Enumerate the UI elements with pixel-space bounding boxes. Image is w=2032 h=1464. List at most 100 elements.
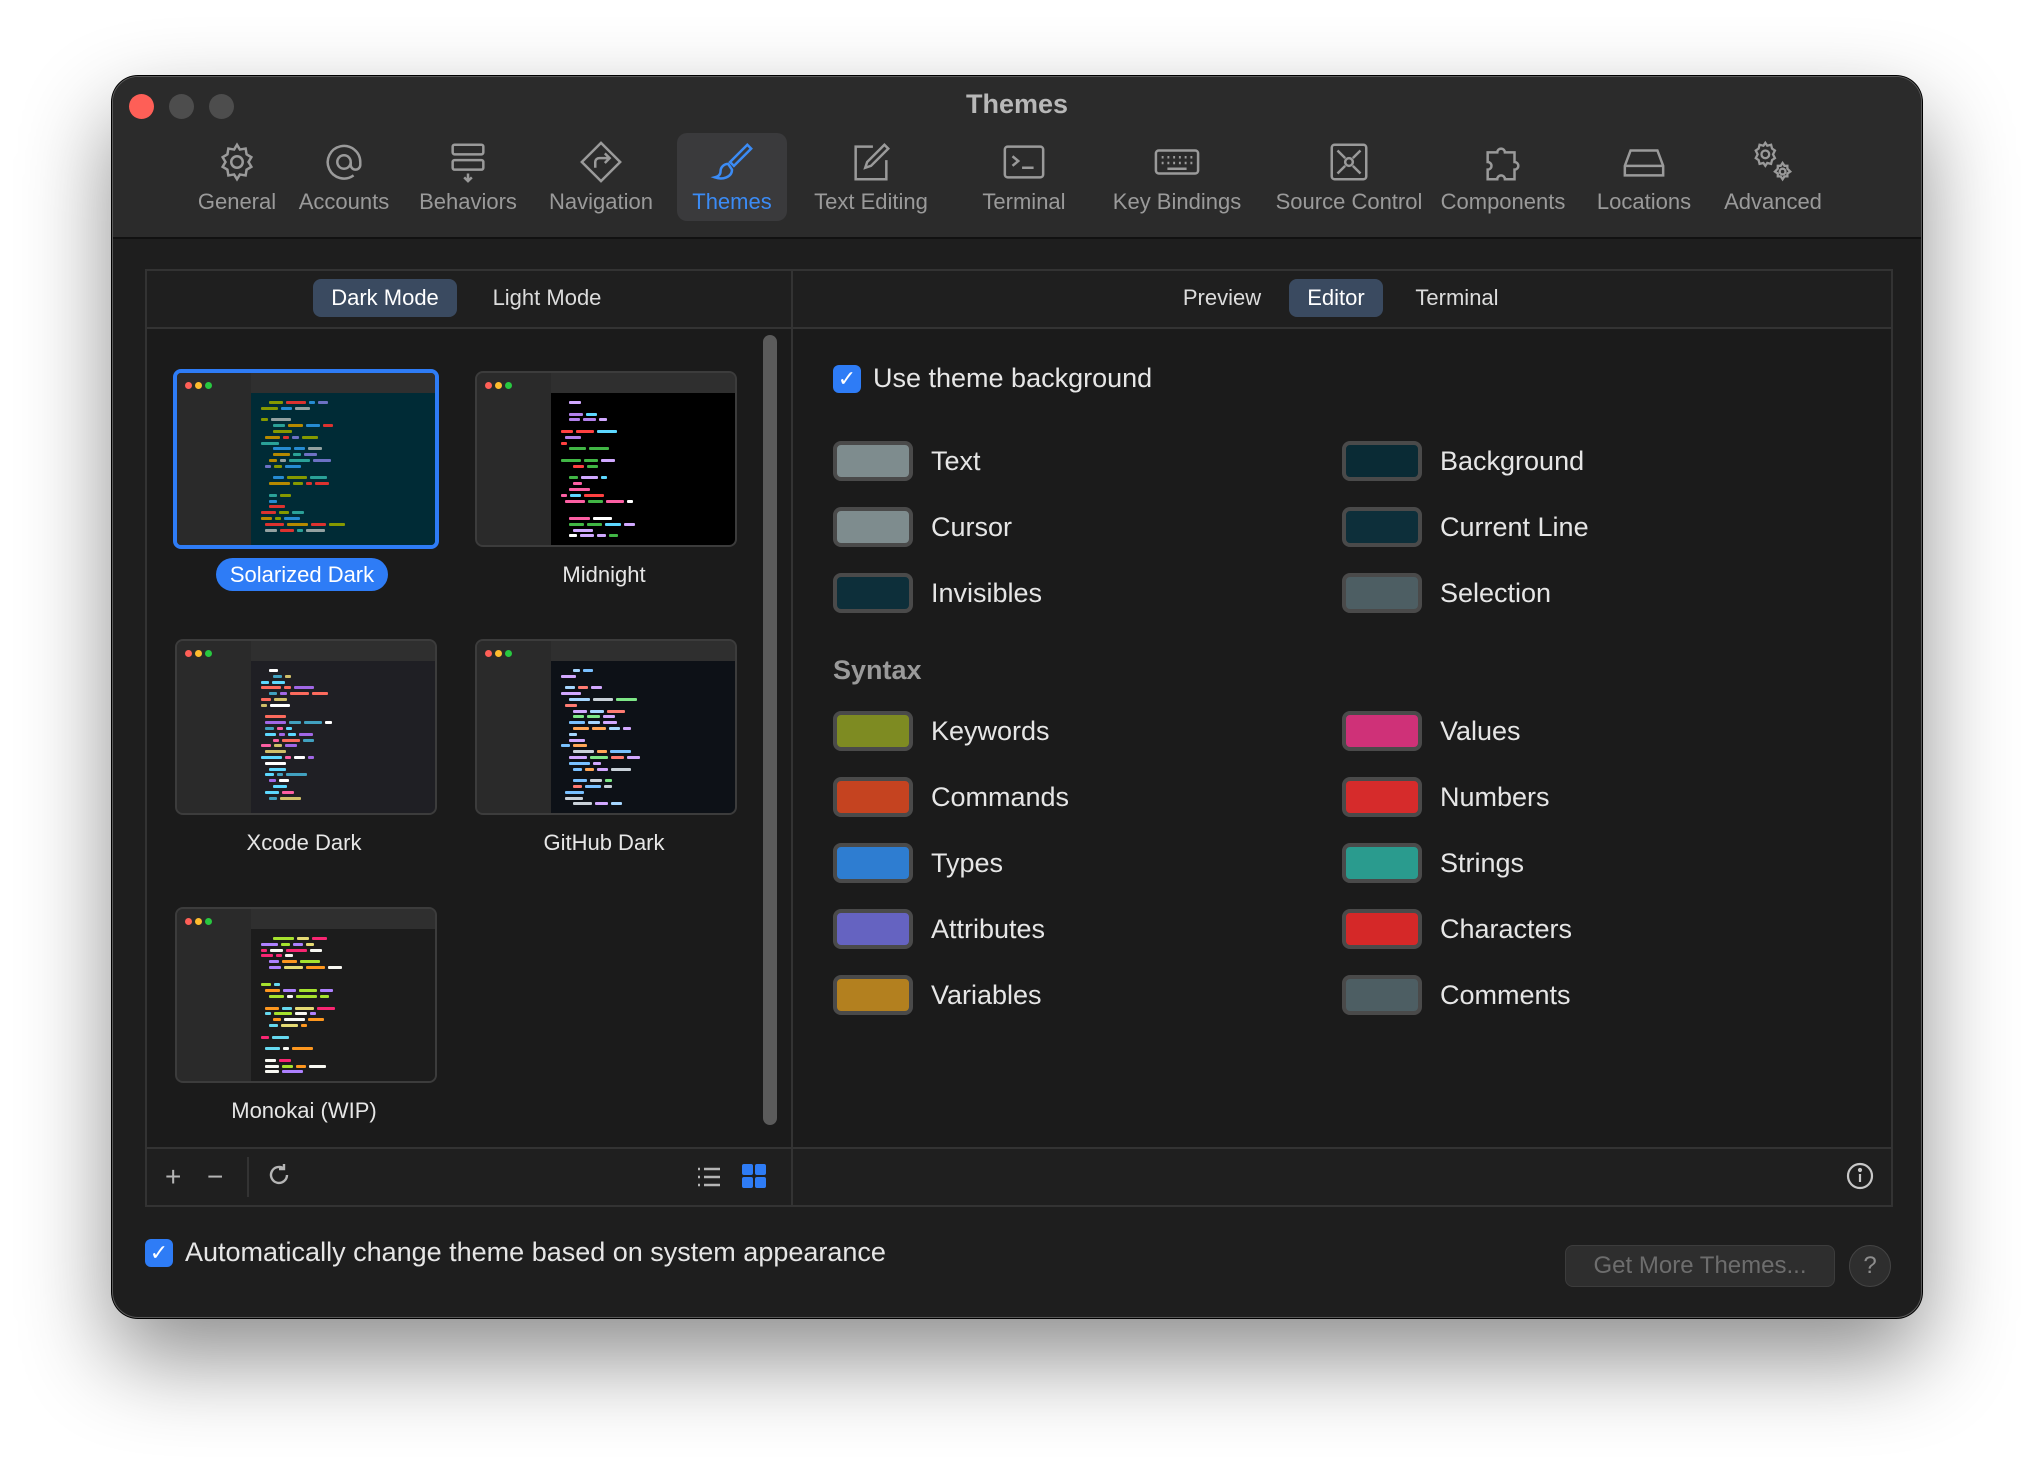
theme-card-monokai[interactable] — [175, 907, 437, 1083]
theme-card-midnight[interactable] — [475, 371, 737, 547]
code-token — [261, 511, 276, 515]
get-more-themes-button[interactable]: Get More Themes... — [1565, 1245, 1835, 1287]
characters-color-well[interactable] — [1342, 909, 1422, 949]
color-row-attributes[interactable]: Attributes — [833, 905, 1045, 953]
keywords-color-well[interactable] — [833, 711, 913, 751]
tab-accounts[interactable]: Accounts — [294, 133, 394, 221]
cursor-color-well[interactable] — [833, 507, 913, 547]
code-token — [285, 954, 293, 958]
color-row-commands[interactable]: Commands — [833, 773, 1069, 821]
code-token — [569, 738, 585, 742]
use-theme-background-checkbox[interactable]: ✓ — [833, 364, 861, 393]
tab-text-editing[interactable]: Text Editing — [805, 133, 937, 221]
help-button[interactable]: ? — [1849, 1245, 1891, 1287]
tab-advanced[interactable]: Advanced — [1717, 133, 1829, 221]
code-token — [561, 692, 581, 696]
window-title: Themes — [965, 89, 1069, 119]
code-token — [269, 459, 277, 462]
color-row-background[interactable]: Background — [1342, 437, 1584, 485]
card-dot-red — [485, 650, 492, 657]
color-row-numbers[interactable]: Numbers — [1342, 773, 1550, 821]
code-token — [315, 482, 329, 486]
code-token — [273, 937, 294, 940]
tab-source-control[interactable]: Source Control — [1249, 133, 1449, 221]
grid-view-icon[interactable] — [741, 1163, 767, 1194]
tab-navigation[interactable]: Navigation — [543, 133, 659, 221]
tab-behaviors[interactable]: Behaviors — [416, 133, 520, 221]
code-token — [273, 424, 285, 428]
code-token — [296, 995, 317, 998]
theme-name-github-dark: GitHub Dark — [543, 830, 665, 855]
color-row-values[interactable]: Values — [1342, 707, 1521, 755]
paintbrush-icon — [710, 142, 753, 180]
color-row-strings[interactable]: Strings — [1342, 839, 1524, 887]
tab-terminal-colors[interactable]: Terminal — [1397, 279, 1517, 317]
theme-name-midnight: Midnight — [562, 562, 646, 587]
color-row-current-line[interactable]: Current Line — [1342, 503, 1589, 551]
tab-key-bindings[interactable]: Key Bindings — [1109, 133, 1245, 221]
tab-editor[interactable]: Editor — [1289, 279, 1383, 317]
color-row-types[interactable]: Types — [833, 839, 1003, 887]
color-row-keywords[interactable]: Keywords — [833, 707, 1050, 755]
code-preview — [251, 929, 435, 1081]
color-row-comments[interactable]: Comments — [1342, 971, 1571, 1019]
code-token — [265, 1012, 271, 1016]
numbers-color-well[interactable] — [1342, 777, 1422, 817]
theme-card-xcode-dark[interactable] — [175, 639, 437, 815]
theme-card-solarized-dark[interactable] — [173, 369, 439, 549]
tab-terminal[interactable]: Terminal — [969, 133, 1079, 221]
tab-dark-mode[interactable]: Dark Mode — [313, 279, 457, 317]
tab-components[interactable]: Components — [1433, 133, 1573, 221]
tab-light-mode[interactable]: Light Mode — [477, 279, 617, 317]
color-row-selection[interactable]: Selection — [1342, 569, 1551, 617]
code-token — [601, 476, 607, 480]
invisibles-color-well[interactable] — [833, 573, 913, 613]
text-color-well[interactable] — [833, 441, 913, 481]
values-color-well[interactable] — [1342, 711, 1422, 751]
variables-color-well[interactable] — [833, 975, 913, 1015]
code-token — [584, 493, 604, 497]
theme-card-github-dark[interactable] — [475, 639, 737, 815]
tab-themes[interactable]: Themes — [677, 133, 787, 221]
auto-change-theme-row[interactable]: ✓ Automatically change theme based on sy… — [145, 1237, 886, 1268]
tab-general[interactable]: General — [197, 133, 277, 221]
color-row-cursor[interactable]: Cursor — [833, 503, 1012, 551]
tab-locations[interactable]: Locations — [1589, 133, 1699, 221]
code-token — [273, 1018, 281, 1022]
card-dot-yellow — [195, 918, 202, 925]
code-token — [565, 796, 583, 800]
attributes-color-well[interactable] — [833, 909, 913, 949]
tab-preview[interactable]: Preview — [1167, 279, 1277, 317]
background-color-well[interactable] — [1342, 441, 1422, 481]
theme-list-scrollbar[interactable] — [763, 335, 777, 1125]
reset-theme-icon[interactable] — [265, 1161, 293, 1194]
color-row-invisibles[interactable]: Invisibles — [833, 569, 1042, 617]
color-label: Current Line — [1440, 511, 1589, 542]
current-line-color-well[interactable] — [1342, 507, 1422, 547]
code-token — [627, 756, 640, 759]
list-view-icon[interactable] — [695, 1163, 723, 1196]
color-row-variables[interactable]: Variables — [833, 971, 1042, 1019]
tab-label: Terminal — [982, 189, 1066, 214]
theme-list-pane: Dark Mode Light Mode Solarized Dark Midn… — [147, 271, 793, 1205]
code-token — [261, 756, 282, 759]
color-row-text[interactable]: Text — [833, 437, 981, 485]
info-icon[interactable] — [1845, 1161, 1875, 1196]
code-token — [282, 738, 300, 742]
comments-color-well[interactable] — [1342, 975, 1422, 1015]
code-token — [328, 966, 342, 969]
color-row-characters[interactable]: Characters — [1342, 905, 1572, 953]
strings-color-well[interactable] — [1342, 843, 1422, 883]
auto-change-theme-checkbox[interactable]: ✓ — [145, 1238, 173, 1267]
types-color-well[interactable] — [833, 843, 913, 883]
commands-color-well[interactable] — [833, 777, 913, 817]
add-theme-icon[interactable]: + — [165, 1163, 181, 1191]
selection-color-well[interactable] — [1342, 573, 1422, 613]
code-token — [283, 435, 289, 439]
code-token — [269, 499, 277, 503]
remove-theme-icon[interactable]: − — [207, 1163, 223, 1191]
code-token — [299, 989, 317, 993]
code-token — [588, 721, 600, 725]
use-theme-background-row[interactable]: ✓ Use theme background — [833, 363, 1152, 394]
code-token — [606, 499, 624, 503]
